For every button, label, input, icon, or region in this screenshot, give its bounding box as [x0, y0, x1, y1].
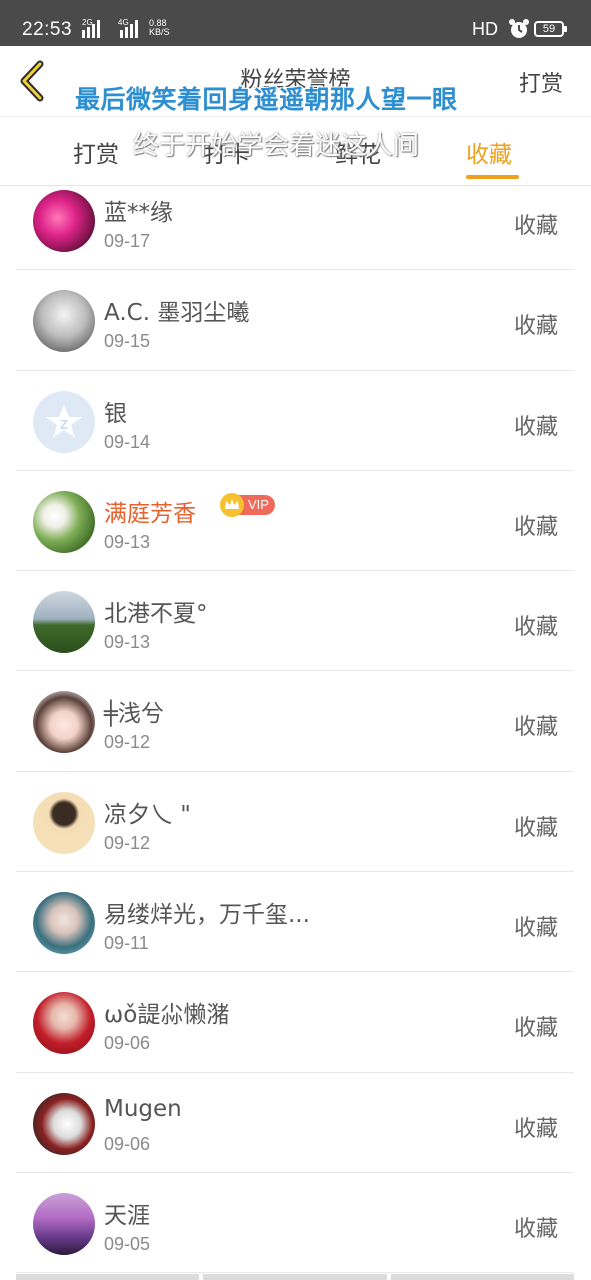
lyric-overlay-line1: 最后微笑着回身遥遥朝那人望一眼 [75, 85, 458, 114]
avatar [33, 290, 95, 353]
user-name: A.C. 墨羽尘曦 [104, 300, 250, 327]
list-item[interactable]: 凉夕乀 " 09-12 收藏 [16, 772, 574, 873]
list-item[interactable]: 北港不夏° 09-13 收藏 [16, 571, 574, 672]
user-action: 收藏 [513, 715, 558, 741]
list-item[interactable]: Mugen 09-06 收藏 [16, 1073, 574, 1173]
avatar [33, 591, 95, 654]
fan-list: 蓝**缘 09-17 收藏 A.C. 墨羽尘曦 09-15 收藏 Z 银 09-… [16, 170, 574, 1274]
network-speed: 0.88 KB/S [149, 19, 170, 37]
header-reward-button[interactable]: 打赏 [519, 66, 563, 98]
user-name: ωǒ諟尛懒潴 [104, 1002, 230, 1029]
lyric-overlay-line2: 终于开始学会着迷这人间 [133, 131, 420, 161]
user-date: 09-05 [104, 1233, 151, 1254]
user-action: 收藏 [513, 1116, 558, 1142]
user-date: 09-13 [104, 632, 151, 653]
tab-reward[interactable]: 打赏 [73, 135, 119, 169]
user-date: 09-15 [104, 331, 151, 352]
list-item[interactable]: 天涯 09-05 收藏 [16, 1173, 574, 1274]
status-bar: 22:53 2G 4G 0.88 KB/S HD 59 [0, 0, 591, 46]
crown-icon [220, 492, 244, 517]
user-action: 收藏 [513, 916, 558, 942]
bottom-scroll-edge [16, 1274, 574, 1280]
avatar [33, 1092, 95, 1155]
user-action: 收藏 [513, 414, 558, 440]
user-date: 09-12 [104, 732, 151, 753]
user-action: 收藏 [513, 214, 558, 239]
list-item[interactable]: Z 银 09-14 收藏 [16, 371, 574, 471]
user-name: 天涯 [104, 1202, 150, 1229]
alarm-icon [509, 19, 529, 38]
network-speed-unit: KB/S [149, 27, 170, 37]
user-date: 09-06 [104, 1033, 151, 1054]
avatar [33, 490, 95, 553]
user-name: Mugen [104, 1095, 182, 1122]
avatar [33, 1192, 95, 1255]
user-name: 蓝**缘 [104, 200, 173, 226]
vip-badge: VIP [220, 492, 275, 517]
user-date: 09-13 [104, 531, 151, 552]
signal-icon-2 [120, 20, 138, 38]
user-date: 09-14 [104, 431, 151, 452]
signal-icon [82, 20, 100, 38]
user-name: 银 [104, 400, 127, 427]
user-name: 凉夕乀 " [104, 801, 191, 828]
user-date: 09-17 [104, 231, 151, 251]
user-date: 09-11 [104, 933, 149, 954]
user-action: 收藏 [513, 514, 558, 540]
avatar [33, 691, 95, 754]
list-item[interactable]: ╪浅兮 09-12 收藏 [16, 671, 574, 772]
list-item[interactable]: 蓝**缘 09-17 收藏 [16, 170, 574, 271]
list-item[interactable]: ωǒ諟尛懒潴 09-06 收藏 [16, 972, 574, 1073]
user-name: 易缕烊光，万千玺... [104, 902, 310, 929]
tab-favorites[interactable]: 收藏 [466, 135, 512, 169]
user-action: 收藏 [513, 615, 558, 641]
avatar [33, 892, 95, 955]
user-date: 09-12 [104, 832, 151, 853]
svg-text:Z: Z [60, 417, 68, 432]
user-action: 收藏 [513, 1216, 558, 1242]
user-name: 北港不夏° [104, 601, 208, 628]
user-action: 收藏 [513, 1016, 558, 1042]
user-action: 收藏 [513, 815, 558, 841]
default-avatar-icon: Z [46, 404, 82, 438]
hd-indicator: HD [472, 19, 498, 39]
user-action: 收藏 [513, 314, 558, 340]
status-time: 22:53 [22, 19, 73, 40]
list-item[interactable]: 易缕烊光，万千玺... 09-11 收藏 [16, 872, 574, 973]
avatar [33, 791, 95, 854]
list-item[interactable]: A.C. 墨羽尘曦 09-15 收藏 [16, 270, 574, 371]
battery-icon: 59 [534, 21, 567, 37]
user-name: ╪浅兮 [104, 701, 164, 728]
list-item[interactable]: 满庭芳香 VIP 09-13 收藏 [16, 471, 574, 572]
user-name: 满庭芳香 [104, 500, 196, 527]
avatar [33, 992, 95, 1055]
user-date: 09-06 [104, 1133, 151, 1154]
avatar: Z [33, 390, 95, 453]
avatar [33, 190, 95, 252]
